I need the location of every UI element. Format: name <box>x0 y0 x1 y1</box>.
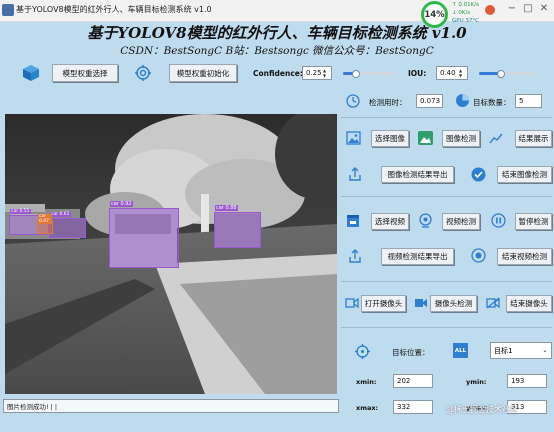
confidence-label: Confidence: <box>253 69 303 78</box>
divider <box>341 281 552 282</box>
timer-icon <box>346 94 360 108</box>
export-icon <box>349 249 361 263</box>
xmax-field: 332 <box>393 400 433 414</box>
detection-box: car 0.92 <box>109 201 179 268</box>
crosshair-icon <box>355 344 370 359</box>
iou-slider-handle[interactable] <box>497 69 505 78</box>
spin-arrows-icon[interactable]: ▲ ▼ <box>459 68 466 78</box>
confidence-slider-handle[interactable] <box>352 69 360 78</box>
page-title: 基于YOLOV8模型的红外行人、车辆目标检测系统 v1.0 <box>87 24 467 42</box>
show-result-button[interactable]: 结果展示 <box>515 130 552 147</box>
open-camera-button[interactable]: 打开摄像头 <box>361 295 406 312</box>
app-icon <box>2 4 14 16</box>
detection-box: car 0.61 <box>49 212 86 238</box>
divider <box>341 327 552 328</box>
check-circle-icon <box>471 167 486 182</box>
iou-spinbox[interactable]: 0.40 ▲ ▼ <box>436 66 468 80</box>
count-label: 目标数量： <box>473 98 511 107</box>
xmin-field: 202 <box>393 374 433 388</box>
detection-box: car 0.88 <box>214 205 261 248</box>
pause-detect-button[interactable]: 暂停检测 <box>515 213 552 230</box>
xmax-label: xmax: <box>356 404 379 412</box>
chevron-down-icon: ⌄ <box>542 346 548 354</box>
webcam-icon <box>419 213 432 228</box>
watermark: @稀土掘金技术社区 <box>446 405 518 414</box>
end-video-detect-button[interactable]: 结束视频检测 <box>497 248 552 265</box>
end-camera-button[interactable]: 结束摄像头 <box>506 295 552 312</box>
target-gear-icon <box>135 65 151 81</box>
camera-icon <box>345 297 359 309</box>
video-detect-button[interactable]: 视频检测 <box>442 213 480 230</box>
camera-off-icon <box>486 297 500 309</box>
export-image-button[interactable]: 图像检测结果导出 <box>381 166 454 183</box>
maximize-icon[interactable]: □ <box>521 3 535 14</box>
target-select-value: 目标1 <box>494 346 513 355</box>
target-select[interactable]: 目标1 ⌄ <box>490 342 552 359</box>
xmin-label: xmin: <box>356 378 377 386</box>
divider <box>341 117 552 118</box>
export-icon <box>349 167 361 181</box>
export-video-button[interactable]: 视频检测结果导出 <box>381 248 454 265</box>
close-icon[interactable]: ✕ <box>537 3 551 14</box>
detection-label: car 0.55 <box>10 209 31 214</box>
ymin-field: 193 <box>507 374 547 388</box>
select-image-button[interactable]: 选择图像 <box>371 130 409 147</box>
video-camera-icon <box>415 299 427 307</box>
tray-icon[interactable] <box>485 5 495 15</box>
detection-display: car 0.92 car 0.88 car 0.61 car 0.55 car … <box>5 114 337 394</box>
iou-label: IOU: <box>408 69 427 78</box>
detection-label: car 0.47 <box>38 214 52 224</box>
video-file-icon <box>347 215 359 227</box>
detection-label: car 0.61 <box>50 212 71 217</box>
time-field: 0.073 <box>416 94 443 108</box>
init-weights-button[interactable]: 模型权重初始化 <box>169 64 237 82</box>
image-icon <box>346 131 361 145</box>
time-label: 检测用时： <box>369 98 407 107</box>
window-title: 基于YOLOV8模型的红外行人、车辆目标检测系统 v1.0 <box>16 5 212 14</box>
minimize-icon[interactable]: − <box>505 3 519 14</box>
target-position-label: 目标位置： <box>392 348 430 357</box>
confidence-value: 0.25 <box>306 69 322 77</box>
divider <box>341 196 552 197</box>
title-bar: 基于YOLOV8模型的红外行人、车辆目标检测系统 v1.0 14% ↑ 0.01… <box>0 0 554 28</box>
stop-circle-icon <box>471 248 486 263</box>
detection-box: car 0.47 <box>37 214 53 234</box>
pie-chart-icon <box>456 94 469 107</box>
model-cube-icon <box>23 65 39 81</box>
detection-label: car 0.92 <box>110 201 133 207</box>
ymin-label: ymin: <box>466 378 487 386</box>
iou-value: 0.40 <box>440 69 456 77</box>
image-detect-button[interactable]: 图像检测 <box>442 130 480 147</box>
select-weights-button[interactable]: 模型权重选择 <box>52 64 118 82</box>
confidence-spinbox[interactable]: 0.25 ▲ ▼ <box>302 66 332 80</box>
line-chart-icon <box>489 133 503 144</box>
end-image-detect-button[interactable]: 结束图像检测 <box>497 166 552 183</box>
image-detect-icon <box>418 131 433 145</box>
select-video-button[interactable]: 选择视频 <box>371 213 409 230</box>
count-field: 5 <box>515 94 542 108</box>
detection-label: car 0.88 <box>215 205 238 211</box>
spin-arrows-icon[interactable]: ▲ ▼ <box>323 68 330 78</box>
status-bar: 图片检测成功! | | <box>3 399 339 413</box>
camera-detect-button[interactable]: 摄像头检测 <box>430 295 477 312</box>
pause-icon <box>491 213 506 228</box>
page-subtitle: CSDN：BestSongC B站：Bestsongc 微信公众号：BestSo… <box>120 45 434 57</box>
all-targets-icon: ALL <box>453 343 468 358</box>
